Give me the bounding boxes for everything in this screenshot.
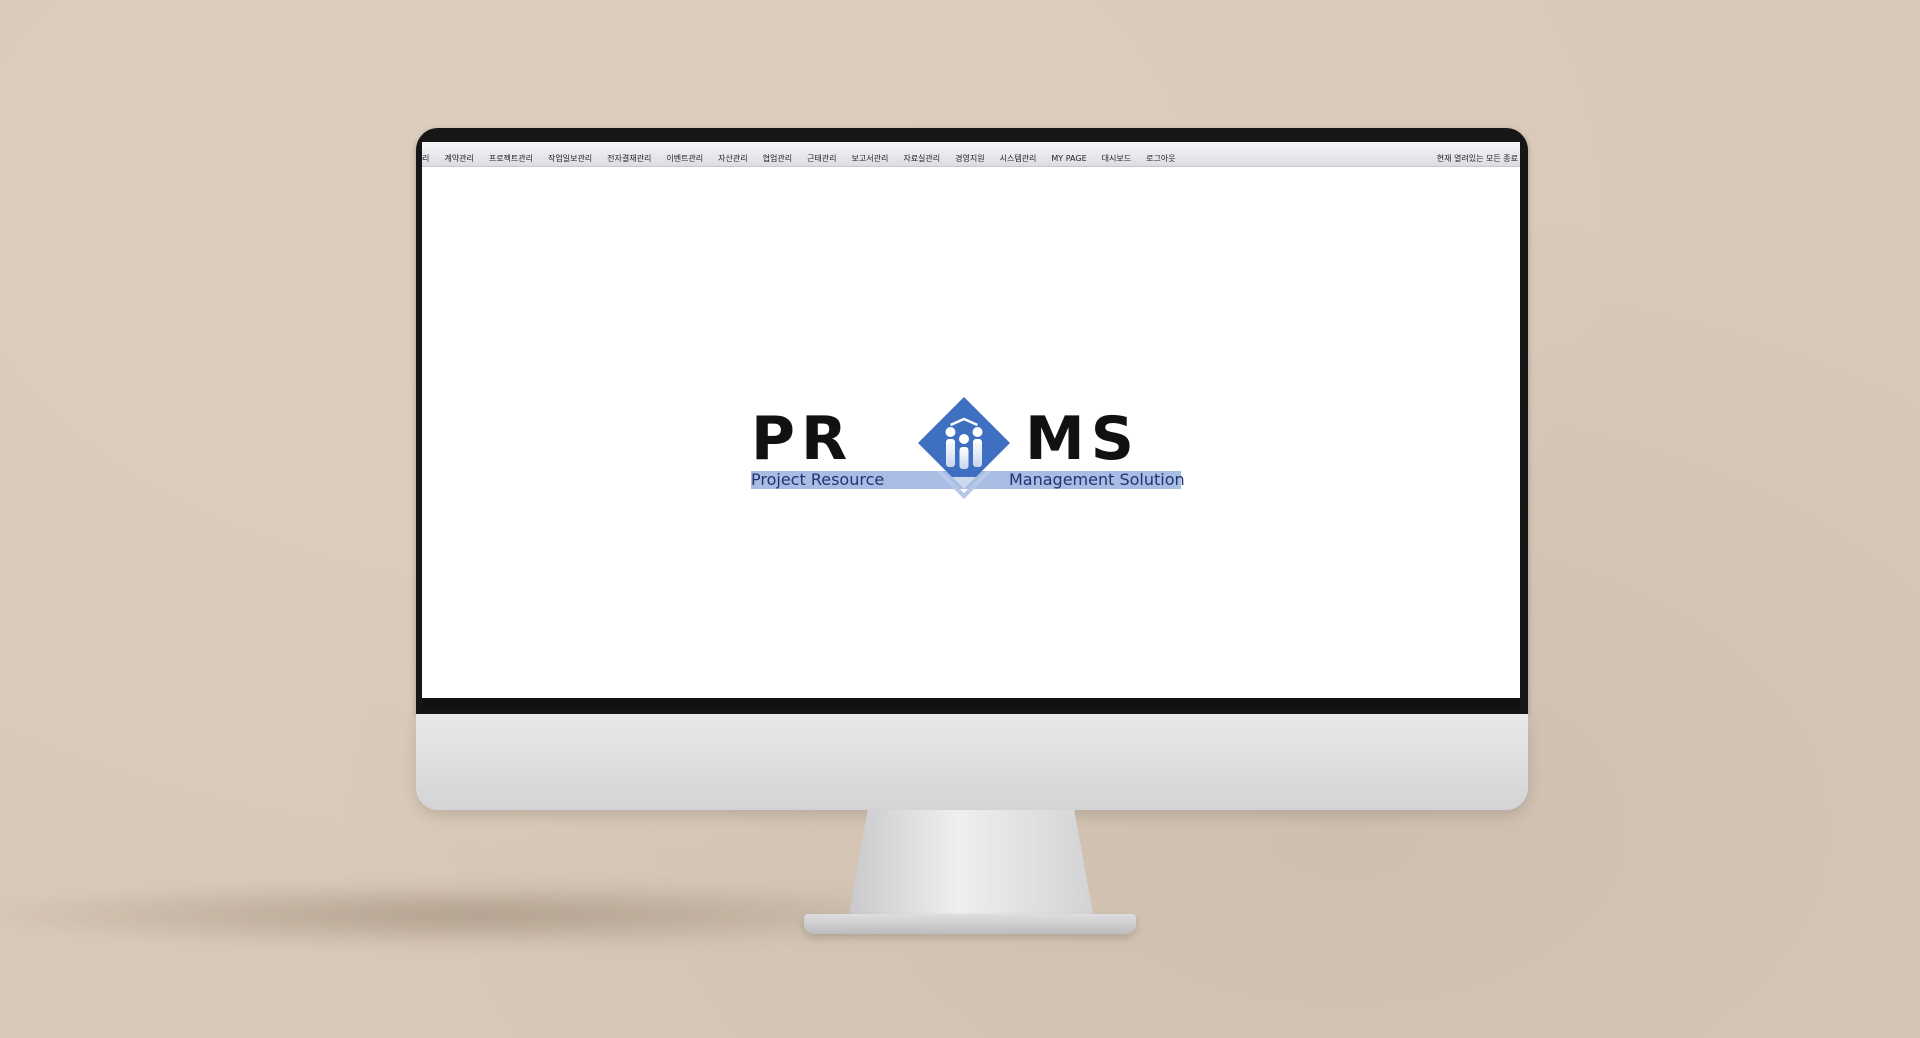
monitor-stand-base — [804, 914, 1136, 934]
menu-item-e-approval[interactable]: 전자결재관리 — [607, 154, 651, 164]
menu-list: 리 계약관리 프로젝트관리 작업일보관리 전자결재관리 이벤트관리 자산관리 협… — [422, 154, 1176, 164]
menu-item-event[interactable]: 이벤트관리 — [666, 154, 703, 164]
proms-logo: PR MS Project Resource Management Soluti… — [751, 395, 1185, 499]
monitor-stand-neck — [848, 810, 1094, 920]
logo-tagline-left: Project Resource — [751, 470, 885, 489]
menu-item-report[interactable]: 보고서관리 — [852, 154, 889, 164]
screen-bottom-edge — [422, 698, 1520, 708]
monitor-chin — [416, 714, 1528, 810]
logo-word-pr: PR — [751, 404, 854, 474]
top-menu-bar: 리 계약관리 프로젝트관리 작업일보관리 전자결재관리 이벤트관리 자산관리 협… — [422, 142, 1520, 167]
close-all-open-link[interactable]: 현재 열려있는 모든 종료 — [1437, 154, 1518, 164]
menu-item-collaboration[interactable]: 협업관리 — [763, 154, 792, 164]
menu-item-management-support[interactable]: 경영지원 — [955, 154, 984, 164]
monitor-screen: 리 계약관리 프로젝트관리 작업일보관리 전자결재관리 이벤트관리 자산관리 협… — [422, 142, 1520, 708]
menu-item-project[interactable]: 프로젝트관리 — [489, 154, 533, 164]
menu-item-system[interactable]: 시스템관리 — [1000, 154, 1037, 164]
menu-item-my-page[interactable]: MY PAGE — [1051, 154, 1086, 164]
menu-item-archive[interactable]: 자료실관리 — [903, 154, 940, 164]
menu-item-dashboard[interactable]: 대시보드 — [1102, 154, 1131, 164]
menu-item-logout[interactable]: 로그아웃 — [1146, 154, 1175, 164]
people-diamond-icon — [918, 397, 1010, 499]
menu-item-attendance[interactable]: 근태관리 — [807, 154, 836, 164]
menu-item-partial[interactable]: 리 — [422, 154, 429, 164]
logo-tagline-right: Management Solution — [1009, 470, 1185, 489]
menu-item-daily-report[interactable]: 작업일보관리 — [548, 154, 592, 164]
menu-item-contract[interactable]: 계약관리 — [444, 154, 473, 164]
menu-item-asset[interactable]: 자산관리 — [718, 154, 747, 164]
logo-word-ms: MS — [1025, 404, 1140, 474]
